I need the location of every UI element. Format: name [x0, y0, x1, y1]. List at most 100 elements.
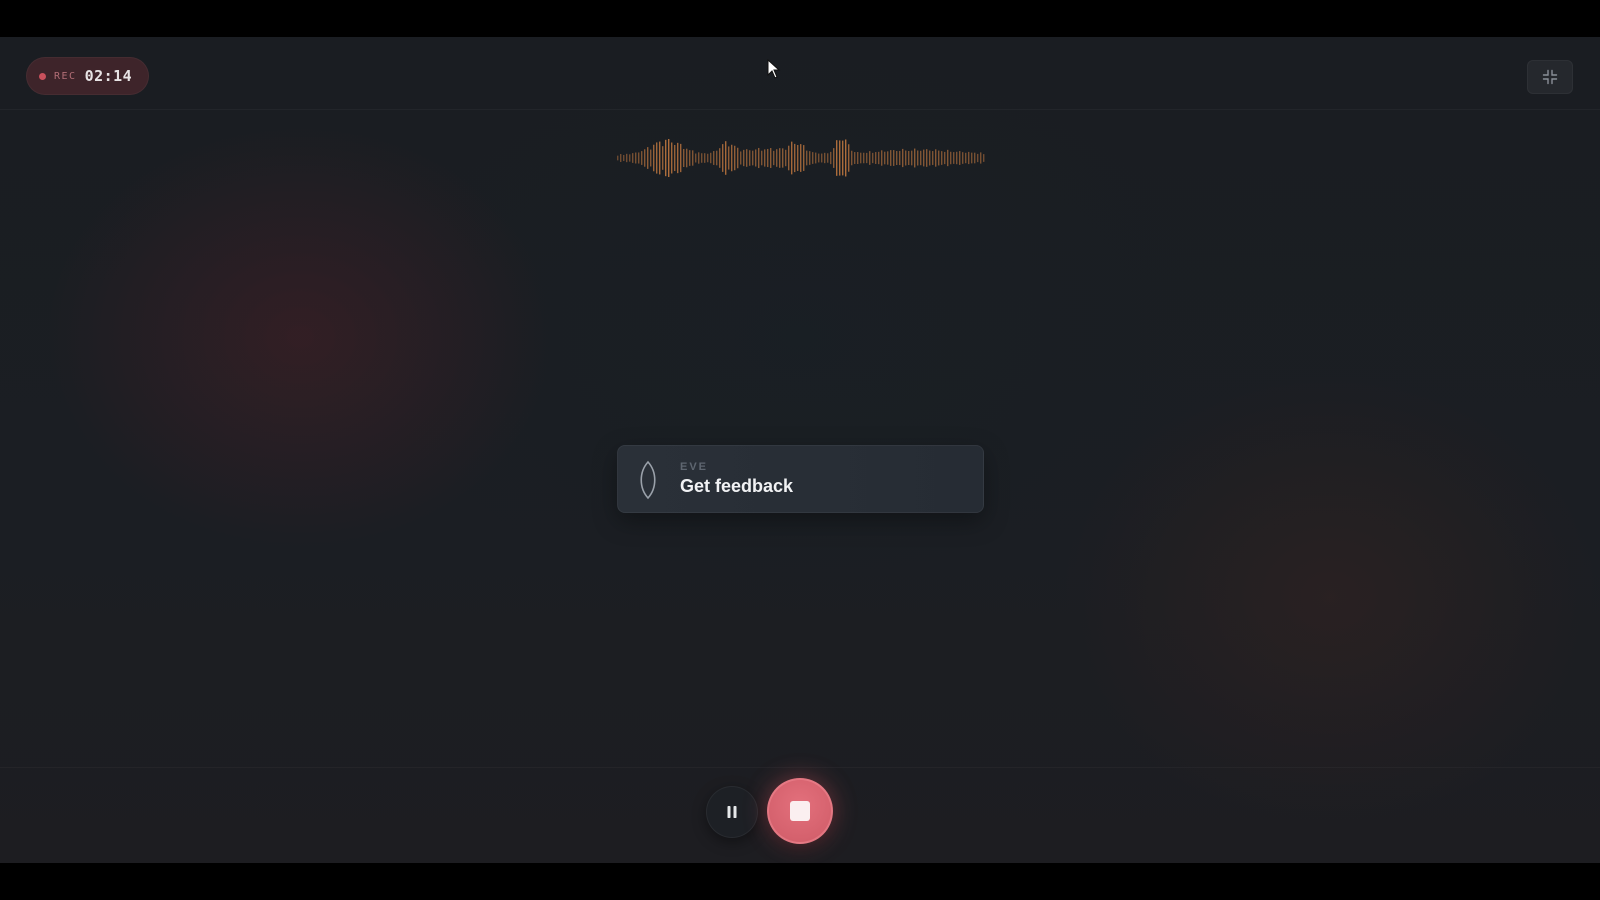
waveform-bar — [617, 155, 619, 161]
waveform-bar — [797, 145, 799, 171]
waveform-bar — [782, 148, 784, 168]
waveform-bar — [704, 153, 706, 163]
waveform-bar — [740, 151, 742, 165]
rec-label: REC — [54, 70, 77, 82]
waveform-bar — [737, 147, 739, 169]
waveform-bar — [698, 152, 700, 164]
waveform-bar — [953, 152, 955, 164]
waveform-bar — [869, 151, 871, 165]
waveform-bar — [770, 148, 772, 168]
controls-divider — [0, 767, 1600, 768]
waveform-bar — [812, 152, 814, 164]
waveform-bar — [692, 150, 694, 166]
waveform-bar — [743, 149, 745, 167]
waveform-bar — [926, 149, 928, 167]
waveform-bar — [824, 152, 826, 164]
waveform-bar — [965, 152, 967, 164]
waveform-bar — [800, 144, 802, 172]
exit-fullscreen-button[interactable] — [1527, 60, 1573, 94]
waveform-bar — [725, 141, 727, 175]
waveform-bar — [788, 145, 790, 171]
waveform-bar — [944, 151, 946, 165]
waveform-bar — [830, 151, 832, 165]
waveform-bar — [629, 154, 631, 162]
waveform-bar — [689, 150, 691, 166]
mouse-cursor-icon — [767, 59, 781, 79]
recording-stage: REC 02:14 EVE Get feedback — [0, 37, 1600, 863]
waveform-bar — [761, 150, 763, 166]
waveform-bar — [716, 150, 718, 166]
waveform-bar — [623, 154, 625, 162]
waveform-bar — [938, 150, 940, 166]
waveform-bar — [656, 142, 658, 174]
waveform-bar — [872, 152, 874, 164]
waveform-bar — [827, 153, 829, 163]
waveform-bar — [911, 150, 913, 166]
waveform-bar — [785, 149, 787, 167]
waveform-bar — [713, 151, 715, 165]
waveform-bar — [962, 152, 964, 164]
prompt-card: EVE Get feedback — [617, 445, 984, 513]
waveform-bar — [857, 151, 859, 165]
waveform-bar — [749, 150, 751, 166]
waveform-bar — [977, 153, 979, 163]
pause-button[interactable] — [706, 786, 758, 838]
collapse-fullscreen-icon — [1542, 69, 1558, 85]
waveform-bar — [620, 154, 622, 162]
waveform-bar — [932, 151, 934, 165]
waveform-bar — [665, 139, 667, 177]
waveform-bar — [818, 153, 820, 163]
waveform-bar — [959, 151, 961, 165]
waveform-bar — [728, 146, 730, 170]
waveform-bar — [776, 149, 778, 167]
waveform-bar — [641, 151, 643, 165]
waveform-bar — [662, 146, 664, 170]
waveform-bar — [881, 150, 883, 166]
waveform-bar — [755, 149, 757, 167]
waveform-bar — [971, 152, 973, 164]
stop-recording-button[interactable] — [767, 778, 833, 844]
waveform-bar — [638, 152, 640, 164]
waveform-bar — [710, 152, 712, 164]
waveform-bar — [917, 150, 919, 166]
letterbox-bottom — [0, 863, 1600, 900]
waveform-bar — [947, 149, 949, 167]
waveform-bar — [686, 148, 688, 168]
waveform-bar — [941, 151, 943, 165]
waveform-bar — [956, 151, 958, 165]
waveform-bar — [632, 153, 634, 163]
waveform-bar — [845, 139, 847, 177]
waveform-bar — [803, 145, 805, 171]
prompt-text: Get feedback — [680, 476, 794, 496]
waveform-bar — [722, 144, 724, 172]
waveform-bar — [674, 144, 676, 172]
waveform-bar — [929, 150, 931, 166]
waveform-bar — [848, 144, 850, 172]
recording-indicator: REC 02:14 — [26, 57, 150, 95]
waveform-bar — [677, 142, 679, 174]
waveform-bar — [854, 152, 856, 164]
waveform-bar — [920, 150, 922, 166]
pause-icon — [727, 806, 737, 818]
waveform-bar — [701, 153, 703, 163]
waveform-bar — [890, 150, 892, 166]
waveform-bar — [758, 147, 760, 169]
waveform-bar — [860, 152, 862, 164]
waveform-bar — [695, 153, 697, 163]
waveform-bar — [659, 141, 661, 175]
waveform-bar — [647, 147, 649, 169]
waveform-bar — [671, 142, 673, 174]
header-divider — [0, 109, 1600, 110]
waveform-bar — [752, 150, 754, 166]
waveform-bar — [626, 153, 628, 163]
waveform-bar — [815, 152, 817, 164]
waveform-bar — [923, 149, 925, 167]
waveform-bar — [878, 151, 880, 165]
agent-leaf-icon — [640, 460, 656, 500]
waveform-bar — [896, 151, 898, 165]
waveform-bar — [935, 149, 937, 167]
agent-name: EVE — [680, 461, 709, 473]
waveform-bar — [833, 148, 835, 168]
stop-icon — [790, 801, 810, 821]
waveform-bar — [806, 150, 808, 166]
